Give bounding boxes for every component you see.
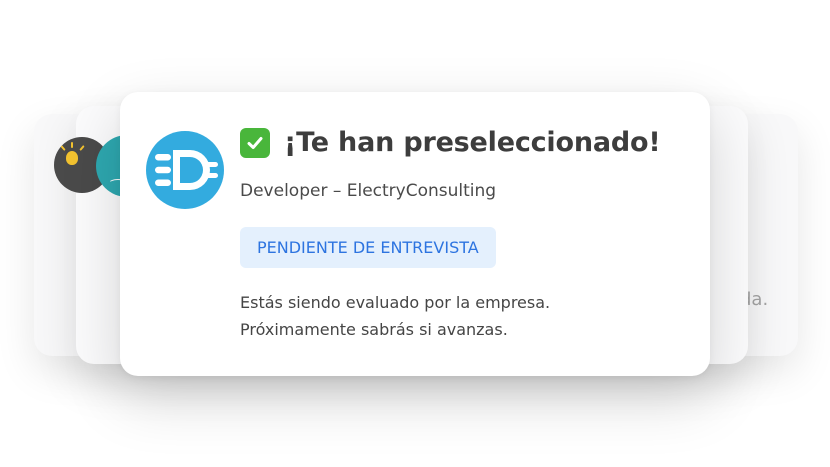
notification-title-row: ¡Te han preseleccionado! bbox=[240, 127, 661, 158]
electryconsulting-logo bbox=[146, 131, 224, 209]
description-line: Próximamente sabrás si avanzas. bbox=[240, 320, 508, 339]
status-badge: PENDIENTE DE ENTREVISTA bbox=[240, 227, 496, 268]
notification-title: ¡Te han preseleccionado! bbox=[284, 127, 661, 158]
check-mark-icon bbox=[240, 127, 270, 158]
notification-description: Estás siendo evaluado por la empresa. Pr… bbox=[240, 289, 550, 343]
job-position-label: Developer – ElectryConsulting bbox=[240, 181, 497, 201]
notification-stack: da. ¡Te han preseleccionado! Developer –… bbox=[0, 0, 830, 467]
description-line: Estás siendo evaluado por la empresa. bbox=[240, 293, 551, 312]
